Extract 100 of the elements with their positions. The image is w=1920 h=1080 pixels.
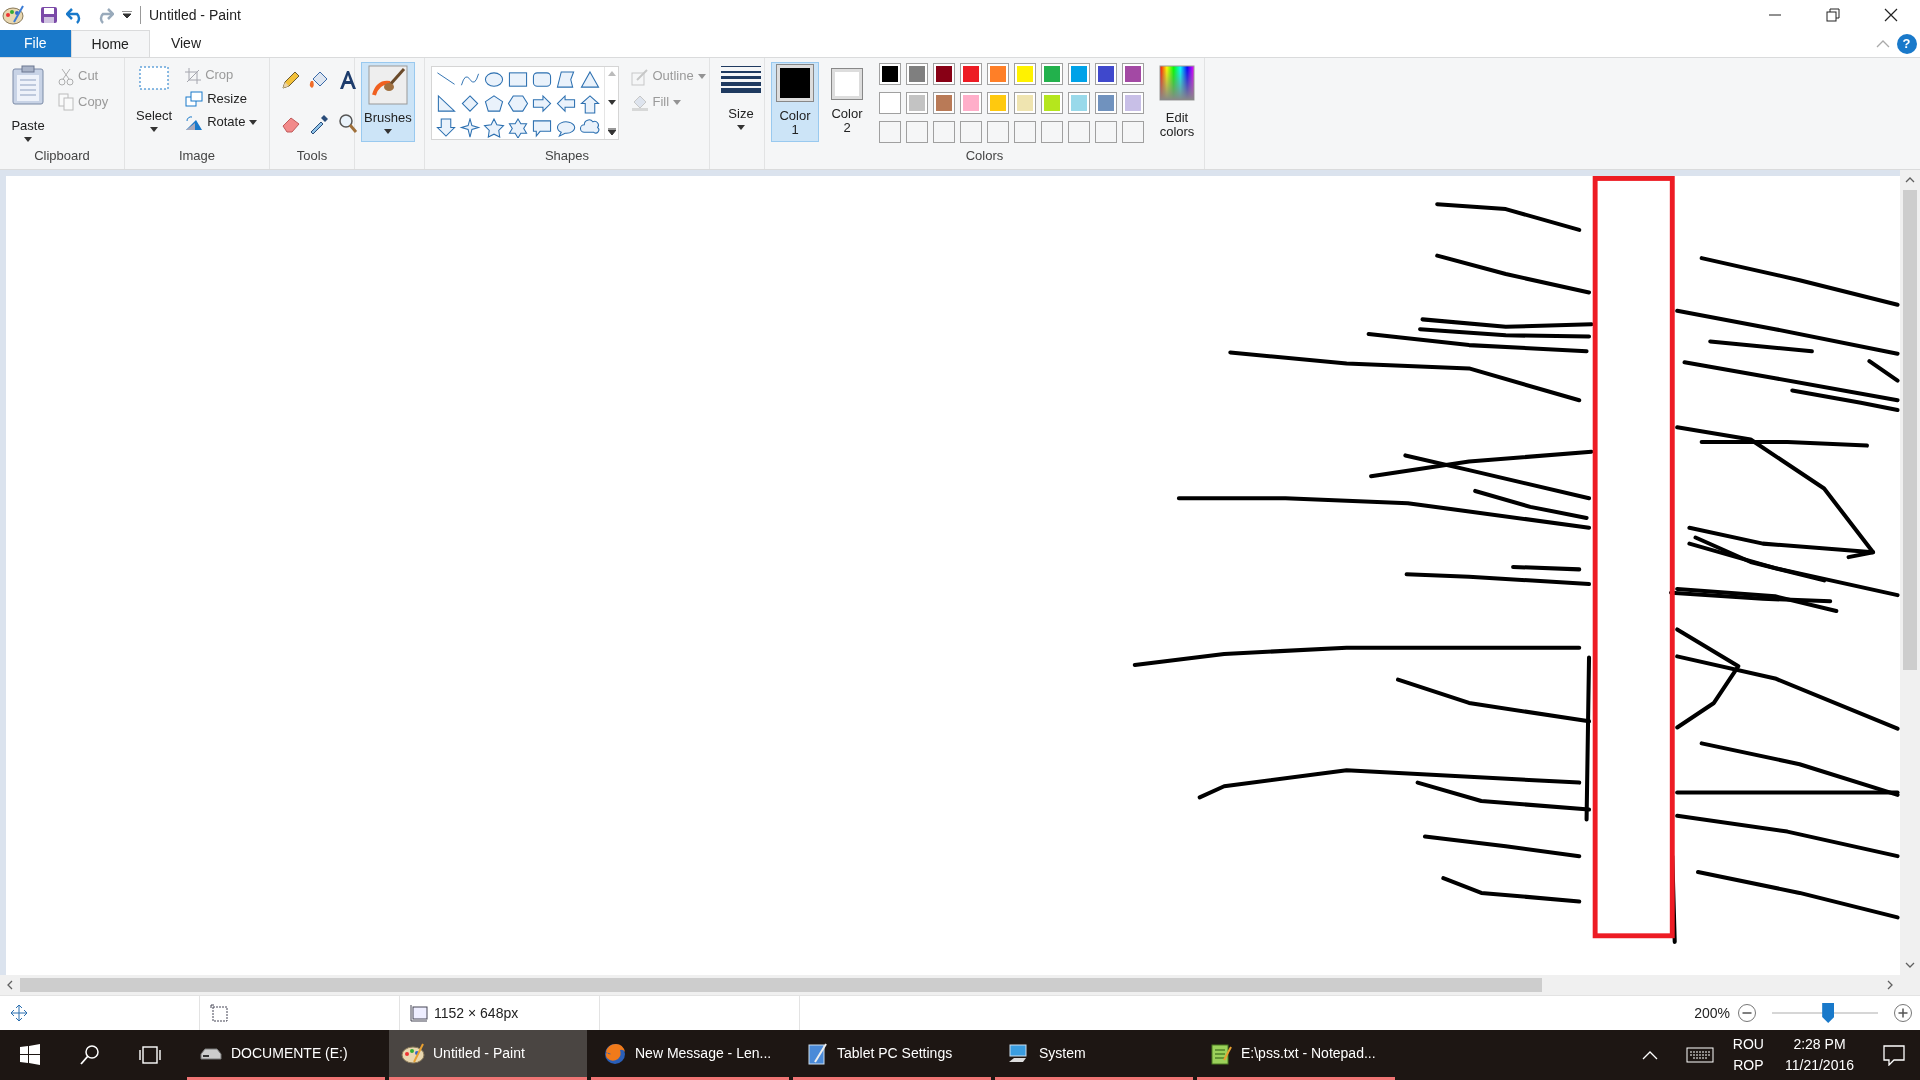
empty-color-slot[interactable]: [1014, 120, 1036, 143]
oval-callout-shape-icon[interactable]: [555, 118, 577, 138]
oval-shape-icon[interactable]: [483, 70, 505, 90]
caret-icon: [150, 127, 159, 133]
select-button[interactable]: Select: [131, 62, 178, 140]
color-swatch[interactable]: [960, 91, 982, 114]
brushes-button[interactable]: Brushes: [361, 62, 415, 142]
taskbar-app-button[interactable]: Tablet PC Settings: [793, 1030, 991, 1080]
slider-thumb[interactable]: [1822, 1003, 1835, 1023]
color-swatch[interactable]: [1095, 63, 1117, 85]
empty-color-slot[interactable]: [1041, 120, 1063, 143]
color-swatch[interactable]: [1041, 91, 1063, 114]
keyboard-icon[interactable]: [1685, 1046, 1714, 1064]
empty-color-slot[interactable]: [906, 120, 928, 143]
up-arrow-shape-icon[interactable]: [579, 94, 601, 114]
diamond-shape-icon[interactable]: [459, 94, 481, 114]
taskbar-app-button[interactable]: New Message - Len...: [591, 1030, 789, 1080]
edit-colors-button[interactable]: Edit colors: [1152, 62, 1202, 142]
color-swatch[interactable]: [879, 63, 901, 85]
color-swatch[interactable]: [987, 63, 1009, 85]
color-swatch[interactable]: [906, 91, 928, 114]
zoom-slider[interactable]: [1772, 1003, 1878, 1023]
four-point-star-shape-icon[interactable]: [459, 118, 481, 138]
color-swatch[interactable]: [906, 63, 928, 85]
paste-button[interactable]: Paste: [6, 62, 50, 140]
canvas-size-text: 1152 × 648px: [434, 1003, 519, 1023]
zoom-in-icon[interactable]: [1893, 1003, 1913, 1023]
rectangle-shape-icon[interactable]: [507, 70, 529, 90]
six-point-star-shape-icon[interactable]: [507, 118, 529, 138]
color-swatch[interactable]: [1041, 63, 1063, 85]
empty-color-slot[interactable]: [933, 120, 955, 143]
color-swatch[interactable]: [1068, 91, 1090, 114]
taskbar-app-button[interactable]: System: [995, 1030, 1193, 1080]
notifications-icon[interactable]: [1882, 1044, 1906, 1066]
copy-icon: [58, 93, 74, 111]
rounded-rectangle-shape-icon[interactable]: [531, 70, 553, 90]
color-swatch[interactable]: [987, 91, 1009, 114]
taskbar-app-button[interactable]: DOCUMENTE (E:): [187, 1030, 385, 1080]
zoom-level-text: 200%: [1694, 1003, 1730, 1023]
taskbar-app-button[interactable]: Untitled - Paint: [389, 1030, 587, 1080]
windows-logo-icon[interactable]: [18, 1043, 42, 1067]
dropdown-caret-icon[interactable]: [122, 11, 132, 19]
zoom-out-icon[interactable]: [1737, 1003, 1757, 1023]
language-indicator[interactable]: ROU: [1732, 1034, 1764, 1055]
color-swatch[interactable]: [1014, 63, 1036, 85]
ribbon-tab[interactable]: Home: [70, 30, 150, 58]
ribbon-tab[interactable]: File: [0, 30, 71, 57]
collapse-chevron-icon[interactable]: [1875, 39, 1890, 48]
empty-color-slot[interactable]: [1068, 120, 1090, 143]
color-swatch[interactable]: [879, 91, 901, 114]
left-arrow-shape-icon[interactable]: [555, 94, 577, 114]
ribbon-tab[interactable]: View: [149, 30, 222, 57]
search-icon[interactable]: [78, 1043, 102, 1067]
selection-size-icon: [210, 1004, 228, 1022]
ribbon-button[interactable]: Resize: [181, 89, 262, 109]
size-button[interactable]: Size: [716, 62, 766, 142]
five-point-star-shape-icon[interactable]: [483, 118, 505, 138]
color-swatch[interactable]: [1122, 91, 1144, 114]
color-swatch[interactable]: [1068, 63, 1090, 85]
clock-time[interactable]: 2:28 PM: [1793, 1034, 1846, 1055]
paint-palette-icon: [401, 1041, 425, 1066]
scrollbar-thumb[interactable]: [1903, 190, 1917, 670]
color-selector-button[interactable]: Color 1: [771, 62, 819, 142]
empty-color-slot[interactable]: [879, 120, 901, 143]
hexagon-shape-icon[interactable]: [507, 94, 529, 114]
rectangular-callout-shape-icon[interactable]: [531, 118, 553, 138]
window-title: Untitled - Paint: [149, 5, 241, 25]
empty-color-slot[interactable]: [1122, 120, 1144, 143]
scroll-down-icon[interactable]: [607, 99, 616, 105]
save-icon[interactable]: [40, 6, 58, 24]
more-shapes-icon[interactable]: [607, 128, 616, 135]
crop-icon: [185, 67, 202, 84]
scrollbar-thumb[interactable]: [20, 978, 1542, 992]
keyboard-layout-indicator[interactable]: ROP: [1733, 1055, 1764, 1076]
color-swatch[interactable]: [1122, 63, 1144, 85]
clock-date[interactable]: 11/21/2016: [1784, 1055, 1854, 1076]
triangle-shape-icon[interactable]: [579, 70, 601, 90]
empty-color-slot[interactable]: [960, 120, 982, 143]
taskbar-app-button[interactable]: E:\pss.txt - Notepad...: [1197, 1030, 1395, 1080]
task-view-icon[interactable]: [138, 1043, 162, 1067]
right-triangle-shape-icon[interactable]: [435, 94, 457, 114]
color-selector-button[interactable]: Color 2: [823, 62, 871, 142]
empty-color-slot[interactable]: [1095, 120, 1117, 143]
chevron-up-icon[interactable]: [1641, 1050, 1658, 1060]
color-swatch[interactable]: [1095, 91, 1117, 114]
color-swatch[interactable]: [960, 63, 982, 85]
pentagon-shape-icon[interactable]: [483, 94, 505, 114]
paint-palette-icon[interactable]: [2, 4, 24, 26]
color-swatch[interactable]: [933, 63, 955, 85]
empty-color-slot[interactable]: [987, 120, 1009, 143]
help-button[interactable]: ?: [1896, 33, 1917, 54]
right-arrow-shape-icon[interactable]: [531, 94, 553, 114]
ribbon-button[interactable]: Rotate: [181, 112, 262, 133]
color-swatch[interactable]: [933, 91, 955, 114]
color-swatch[interactable]: [1014, 91, 1036, 114]
polygon-shape-icon[interactable]: [555, 70, 577, 90]
color-spectrum-icon: [1159, 65, 1195, 101]
down-arrow-shape-icon[interactable]: [435, 118, 457, 138]
minimize-icon: [1769, 13, 1781, 17]
group-caption: Colors: [964, 146, 1005, 165]
